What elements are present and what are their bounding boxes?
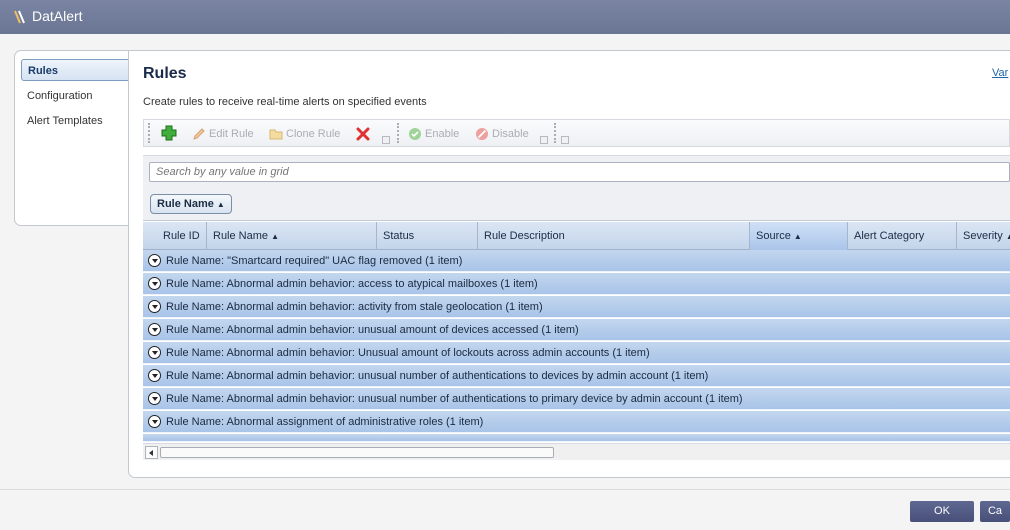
- nav-item-configuration[interactable]: Configuration: [21, 85, 92, 107]
- window-titlebar: DatAlert: [0, 0, 1010, 34]
- group-row[interactable]: Rule Name: Abnormal assignment of admini…: [143, 411, 1010, 433]
- expand-icon[interactable]: [148, 369, 161, 382]
- sort-ascending-icon: ▲: [793, 232, 802, 241]
- group-row[interactable]: Rule Name: Abnormal admin behavior: acce…: [143, 273, 1010, 295]
- check-circle-icon: [408, 128, 425, 141]
- edit-rule-label: Edit Rule: [209, 128, 254, 140]
- column-header-rule-name[interactable]: Rule Name ▲: [207, 222, 377, 250]
- expand-icon[interactable]: [148, 415, 161, 428]
- window-title: DatAlert: [32, 8, 83, 24]
- clone-rule-button[interactable]: Clone Rule: [269, 124, 340, 144]
- clone-rule-label: Clone Rule: [286, 128, 341, 140]
- group-row-label: Rule Name: Abnormal admin behavior: Unus…: [166, 347, 650, 359]
- toolbar-overflow-2[interactable]: [540, 136, 548, 144]
- column-header-label: Alert Category: [854, 230, 925, 242]
- toolbar-grip-3[interactable]: [554, 123, 558, 143]
- help-link[interactable]: Var: [992, 67, 1008, 79]
- column-header-label: Severity: [963, 230, 1003, 242]
- group-by-chip[interactable]: Rule Name ▲: [150, 194, 232, 214]
- sort-ascending-icon: ▲: [1005, 232, 1010, 241]
- group-row-label: Rule Name: Abnormal admin behavior: unus…: [166, 370, 709, 382]
- cancel-button[interactable]: Ca: [980, 501, 1010, 522]
- column-header-alert-category[interactable]: Alert Category: [848, 222, 957, 250]
- pencil-icon: [192, 128, 209, 140]
- expand-icon[interactable]: [148, 346, 161, 359]
- toolbar-grip-2[interactable]: [397, 123, 401, 143]
- group-row-label: Rule Name: Abnormal admin behavior: acce…: [166, 278, 538, 290]
- group-row-label: Rule Name: "Smartcard required" UAC flag…: [166, 255, 463, 267]
- column-header-label: Rule Description: [484, 230, 565, 242]
- disable-label: Disable: [492, 128, 529, 140]
- toolbar-overflow-1[interactable]: [382, 136, 390, 144]
- group-row[interactable]: Rule Name: Abnormal admin behavior: acti…: [143, 296, 1010, 318]
- ok-button[interactable]: OK: [910, 501, 974, 522]
- scroll-left-icon[interactable]: [145, 446, 158, 459]
- nav-item-alert-templates[interactable]: Alert Templates: [21, 110, 103, 132]
- column-header-label: Source: [756, 230, 791, 242]
- enable-rule-button[interactable]: Enable: [408, 124, 459, 144]
- grid-search-input[interactable]: [149, 162, 1010, 182]
- group-row-label: Rule Name: Abnormal admin behavior: unus…: [166, 324, 579, 336]
- toolbar-grip[interactable]: [148, 123, 152, 143]
- group-row-label: Rule Name: Abnormal assignment of admini…: [166, 416, 484, 428]
- group-row[interactable]: Rule Name: Abnormal admin behavior: unus…: [143, 319, 1010, 341]
- group-row[interactable]: Rule Name: Abnormal admin behavior: unus…: [143, 388, 1010, 410]
- nav-item-rules[interactable]: Rules: [21, 59, 131, 81]
- red-x-icon: [355, 127, 374, 141]
- disable-rule-button[interactable]: Disable: [475, 124, 529, 144]
- column-header-source[interactable]: Source ▲: [750, 222, 848, 250]
- column-header-label: Status: [383, 230, 415, 242]
- expand-icon[interactable]: [148, 323, 161, 336]
- sort-ascending-icon: ▲: [271, 232, 280, 241]
- green-plus-icon: [160, 125, 181, 141]
- column-header-severity[interactable]: Severity ▲: [957, 222, 1010, 250]
- page-subtitle: Create rules to receive real-time alerts…: [143, 96, 427, 108]
- group-row[interactable]: Rule Name: Abnormal admin behavior: unus…: [143, 365, 1010, 387]
- dialog-footer: [0, 489, 1010, 530]
- grid-body: Rule Name: "Smartcard required" UAC flag…: [143, 250, 1010, 442]
- group-row[interactable]: Rule Name: Abnormal admin behavior: Unus…: [143, 342, 1010, 364]
- column-header-label: Rule Name: [213, 230, 269, 242]
- scrollbar-thumb[interactable]: [160, 447, 554, 458]
- group-row[interactable]: Rule Name: "Smartcard required" UAC flag…: [143, 250, 1010, 272]
- horizontal-scrollbar[interactable]: [143, 443, 1010, 460]
- column-header-rule-id[interactable]: Rule ID: [143, 222, 207, 250]
- expand-icon[interactable]: [148, 392, 161, 405]
- group-row-label: Rule Name: Abnormal admin behavior: unus…: [166, 393, 743, 405]
- column-header-status[interactable]: Status: [377, 222, 478, 250]
- group-row-partial: [143, 434, 1010, 442]
- column-header-label: Rule ID: [163, 230, 200, 242]
- group-by-panel: Rule Name ▲: [143, 188, 1010, 221]
- column-header-rule-description[interactable]: Rule Description: [478, 222, 750, 250]
- group-by-chip-label: Rule Name: [157, 198, 214, 210]
- group-row-label: Rule Name: Abnormal admin behavior: acti…: [166, 301, 543, 313]
- toolbar-overflow-3[interactable]: [561, 136, 569, 144]
- no-entry-icon: [475, 128, 492, 141]
- add-rule-button[interactable]: [160, 123, 181, 143]
- expand-icon[interactable]: [148, 300, 161, 313]
- delete-rule-button[interactable]: [355, 124, 374, 144]
- expand-icon[interactable]: [148, 277, 161, 290]
- edit-rule-button[interactable]: Edit Rule: [192, 124, 254, 144]
- enable-label: Enable: [425, 128, 460, 140]
- grid-search-bar: [143, 155, 1010, 188]
- expand-icon[interactable]: [148, 254, 161, 267]
- datalert-logo-icon: [12, 9, 28, 25]
- folder-icon: [269, 128, 286, 140]
- grid-header-row: Rule ID Rule Name ▲ Status Rule Descript…: [143, 222, 1010, 250]
- rules-toolbar: Edit Rule Clone Rule Enable Disable: [143, 119, 1010, 147]
- page-title: Rules: [143, 65, 187, 82]
- left-nav: Rules Configuration Alert Templates: [14, 50, 140, 226]
- sort-ascending-icon: ▲: [216, 200, 225, 209]
